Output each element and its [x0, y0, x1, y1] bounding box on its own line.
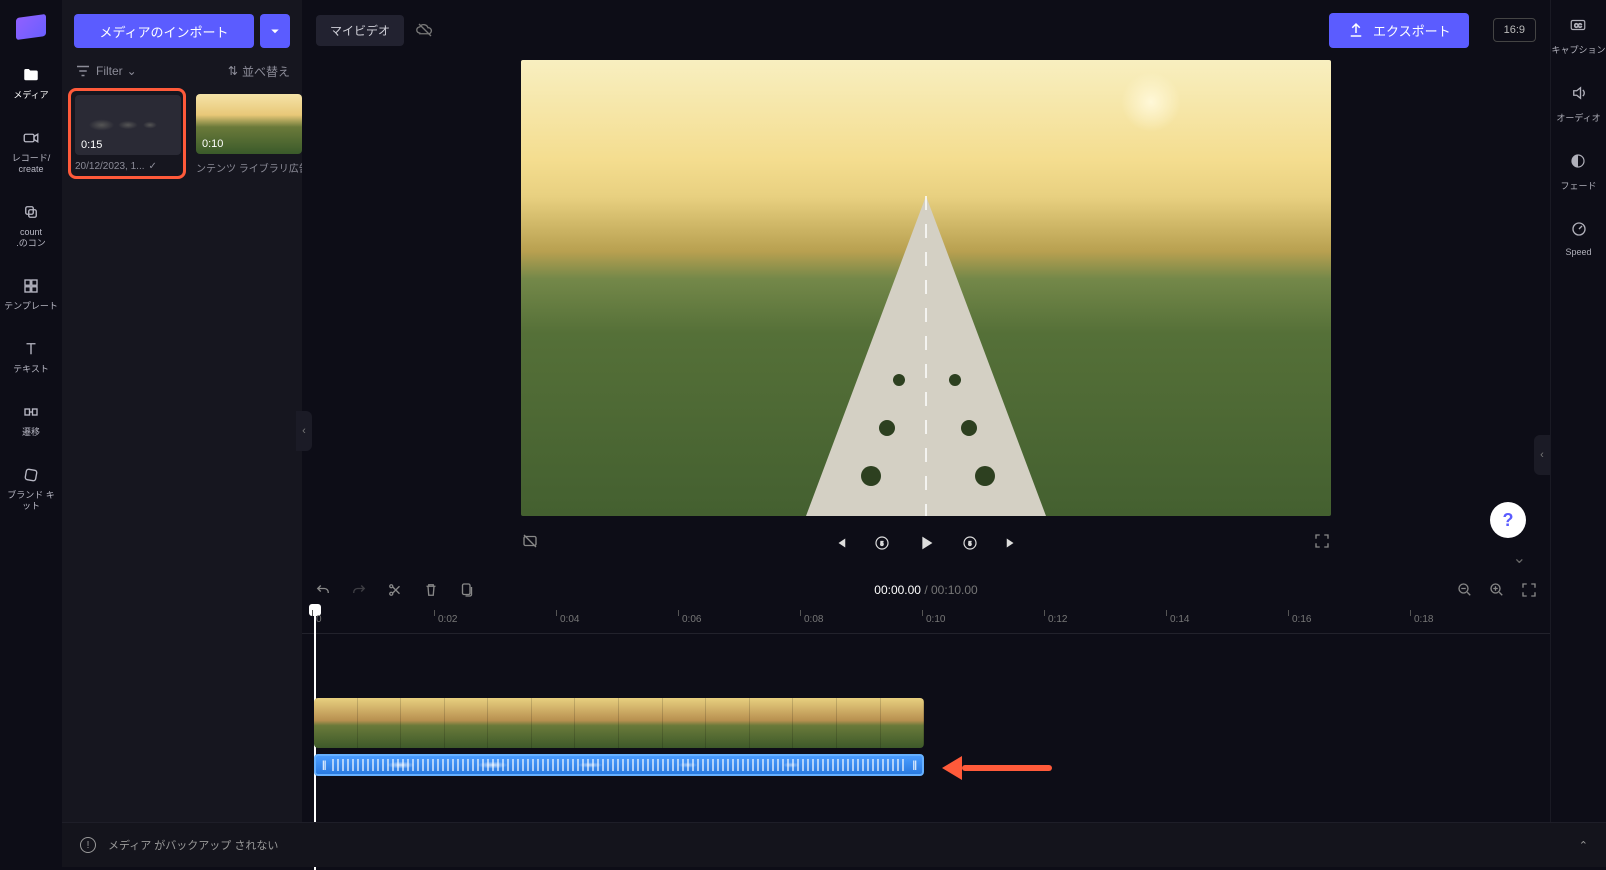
video-clip-track[interactable] [314, 698, 924, 748]
grid-icon [20, 275, 42, 297]
ruler-tick: 0:10 [926, 614, 945, 625]
forward-button[interactable]: 5 [961, 534, 979, 552]
sidebar-item-label: ブランド キット [3, 490, 59, 512]
export-button[interactable]: エクスポート [1329, 13, 1469, 48]
sort-button[interactable]: ⇅ 並べ替え [228, 62, 290, 80]
sidebar-item-label: メディア [13, 90, 48, 101]
ruler-tick: 0:06 [682, 614, 701, 625]
import-media-button[interactable]: メディアのインポート [74, 14, 254, 48]
ruler-tick: 0:02 [438, 614, 457, 625]
import-dropdown-button[interactable] [260, 14, 290, 48]
sidebar-item-content[interactable]: count .のコン [3, 201, 59, 249]
audio-waveform [332, 759, 907, 771]
media-clip-video[interactable]: 0:10 ンテンツ ライブラリ広告。 [196, 94, 302, 179]
palette-icon [20, 464, 42, 486]
clip-duration: 0:10 [202, 138, 223, 150]
clip-caption: ンテンツ ライブラリ広告。 [196, 160, 302, 175]
text-icon [20, 338, 42, 360]
svg-text:5: 5 [969, 541, 972, 547]
sidebar-item-label: テキスト [13, 364, 49, 375]
ruler-tick: 0:08 [804, 614, 823, 625]
right-item-fade[interactable]: フェード [1560, 152, 1596, 192]
help-button[interactable]: ? [1490, 502, 1526, 538]
zoom-in-button[interactable] [1488, 581, 1506, 599]
warning-icon: ! [80, 837, 96, 853]
sidebar-item-label: 遷移 [22, 427, 40, 438]
fade-icon [1569, 152, 1587, 175]
safe-zone-button[interactable] [521, 532, 539, 555]
right-item-audio[interactable]: オーディオ [1556, 84, 1600, 124]
delete-button[interactable] [422, 581, 440, 599]
clip-caption: 20/12/2023, 1... [75, 161, 145, 172]
filter-button[interactable]: Filter ⌄ [74, 62, 137, 80]
clip-handle-left[interactable]: || [322, 760, 326, 771]
right-item-label: フェード [1560, 179, 1596, 192]
sidebar-item-label: テンプレート [4, 301, 58, 312]
status-message: メディア がバックアップ されない [108, 837, 278, 853]
right-item-speed[interactable]: Speed [1565, 220, 1591, 257]
zoom-fit-button[interactable] [1520, 581, 1538, 599]
collapse-right-button[interactable]: ‹ [1534, 435, 1550, 475]
transition-icon [20, 401, 42, 423]
sort-icon: ⇅ [228, 64, 238, 78]
svg-text:CC: CC [1575, 23, 1583, 29]
split-button[interactable] [386, 581, 404, 599]
sidebar-item-transitions[interactable]: 遷移 [3, 401, 59, 438]
upload-icon [1347, 21, 1365, 39]
aspect-ratio-button[interactable]: 16:9 [1493, 18, 1536, 42]
svg-text:5: 5 [881, 541, 884, 547]
camera-icon [20, 127, 42, 149]
timeline-ruler[interactable]: 0 0:02 0:04 0:06 0:08 0:10 0:12 0:14 0:1… [302, 610, 1550, 634]
rewind-button[interactable]: 5 [873, 534, 891, 552]
media-clip-audio[interactable]: 0:15 20/12/2023, 1... ✓ [68, 88, 186, 179]
sidebar-item-label: count .のコン [16, 227, 46, 249]
skip-end-button[interactable] [1003, 534, 1021, 552]
ruler-tick: 0:04 [560, 614, 579, 625]
timeline-time: 00:00.00 / 00:10.00 [874, 583, 977, 597]
annotation-arrow [942, 756, 1052, 780]
sidebar-item-record[interactable]: レコード/ create [3, 127, 59, 175]
right-item-label: キャプション [1551, 43, 1605, 56]
sidebar-item-text[interactable]: テキスト [3, 338, 59, 375]
cc-icon: CC [1569, 16, 1587, 39]
chevron-down-icon[interactable]: ⌄ [1513, 548, 1526, 568]
duplicate-button[interactable] [458, 581, 476, 599]
skip-start-button[interactable] [831, 534, 849, 552]
fullscreen-button[interactable] [1313, 532, 1331, 555]
cloud-off-icon[interactable] [416, 21, 434, 39]
ruler-tick: 0:14 [1170, 614, 1189, 625]
sidebar-item-brandkit[interactable]: ブランド キット [3, 464, 59, 512]
clip-handle-right[interactable]: || [912, 760, 916, 771]
clip-duration: 0:15 [81, 139, 102, 151]
status-bar: ! メディア がバックアップ されない ⌃ [62, 822, 1606, 867]
speaker-icon [1570, 84, 1588, 107]
stack-icon [20, 201, 42, 223]
right-item-captions[interactable]: CC キャプション [1551, 16, 1605, 56]
ruler-tick: 0:18 [1414, 614, 1433, 625]
audio-clip-track[interactable]: || || [314, 754, 924, 776]
app-logo[interactable] [16, 14, 46, 40]
video-preview[interactable] [521, 60, 1331, 516]
export-label: エクスポート [1373, 21, 1451, 40]
undo-button[interactable] [314, 581, 332, 599]
gauge-icon [1570, 220, 1588, 243]
sidebar-item-media[interactable]: メディア [3, 64, 59, 101]
media-panel: メディアのインポート Filter ⌄ ⇅ 並べ替え 0:15 20/12/20… [62, 0, 302, 822]
sidebar-item-templates[interactable]: テンプレート [3, 275, 59, 312]
play-button[interactable] [915, 532, 937, 554]
project-name[interactable]: マイビデオ [316, 15, 404, 46]
folder-icon [20, 64, 42, 86]
sidebar-item-label: レコード/ create [12, 153, 51, 175]
check-icon: ✓ [149, 161, 157, 172]
zoom-out-button[interactable] [1456, 581, 1474, 599]
right-item-label: オーディオ [1556, 111, 1600, 124]
expand-status-button[interactable]: ⌃ [1579, 839, 1588, 852]
chevron-down-icon: ⌄ [127, 64, 137, 78]
ruler-tick: 0:12 [1048, 614, 1067, 625]
ruler-tick: 0 [316, 614, 322, 625]
waveform-icon [84, 115, 172, 135]
redo-button[interactable] [350, 581, 368, 599]
right-item-label: Speed [1565, 247, 1591, 257]
ruler-tick: 0:16 [1292, 614, 1311, 625]
